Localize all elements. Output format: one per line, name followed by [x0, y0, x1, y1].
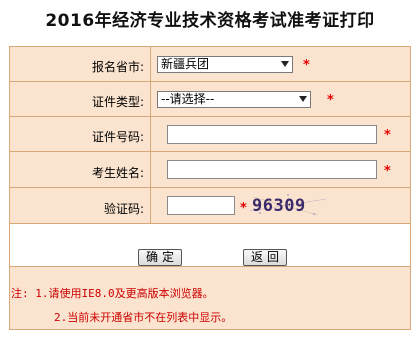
required-marker: *: [303, 58, 310, 73]
captcha-row: 验证码: * 96309: [10, 188, 410, 224]
note-province: 2.当前未开通省市不在列表中显示。: [54, 311, 233, 324]
captcha-label: 验证码:: [103, 202, 144, 216]
chevron-down-icon: [299, 96, 307, 102]
chevron-down-icon: [281, 61, 289, 67]
buttons-row: 确定 返回: [10, 224, 410, 267]
province-label: 报名省市:: [91, 60, 144, 74]
notes-section: 注: 1.请使用IE8.0及更高版本浏览器。 2.当前未开通省市不在列表中显示。: [10, 267, 410, 329]
province-select-value: 新疆兵团: [161, 57, 210, 71]
cert-type-label: 证件类型:: [91, 95, 144, 109]
captcha-input[interactable]: [167, 196, 235, 215]
admission-ticket-form: 报名省市: 新疆兵团 * 证件类型: --请选择-- * 证件号码: * 考生姓…: [9, 46, 411, 330]
cert-number-label: 证件号码:: [91, 130, 144, 144]
captcha-image-text: 96309: [252, 196, 306, 216]
required-marker: *: [384, 164, 391, 179]
name-label: 考生姓名:: [91, 166, 144, 180]
confirm-button[interactable]: 确定: [138, 249, 182, 266]
page-title: 2016年经济专业技术资格考试准考证打印: [45, 11, 375, 31]
name-input[interactable]: [167, 160, 377, 179]
province-row: 报名省市: 新疆兵团 *: [10, 47, 410, 82]
cert-type-select-value: --请选择--: [161, 92, 215, 106]
required-marker: *: [384, 128, 391, 143]
captcha-image[interactable]: 96309: [248, 191, 328, 219]
cert-number-input[interactable]: [167, 125, 377, 144]
cert-type-row: 证件类型: --请选择-- *: [10, 82, 410, 117]
required-marker: *: [327, 93, 334, 108]
cert-number-row: 证件号码: *: [10, 117, 410, 152]
required-marker: *: [240, 201, 247, 216]
back-button[interactable]: 返回: [243, 249, 287, 266]
name-row: 考生姓名: *: [10, 152, 410, 188]
note-browser: 注: 1.请使用IE8.0及更高版本浏览器。: [11, 287, 214, 300]
cert-type-select[interactable]: --请选择--: [157, 91, 311, 108]
province-select[interactable]: 新疆兵团: [157, 56, 293, 73]
